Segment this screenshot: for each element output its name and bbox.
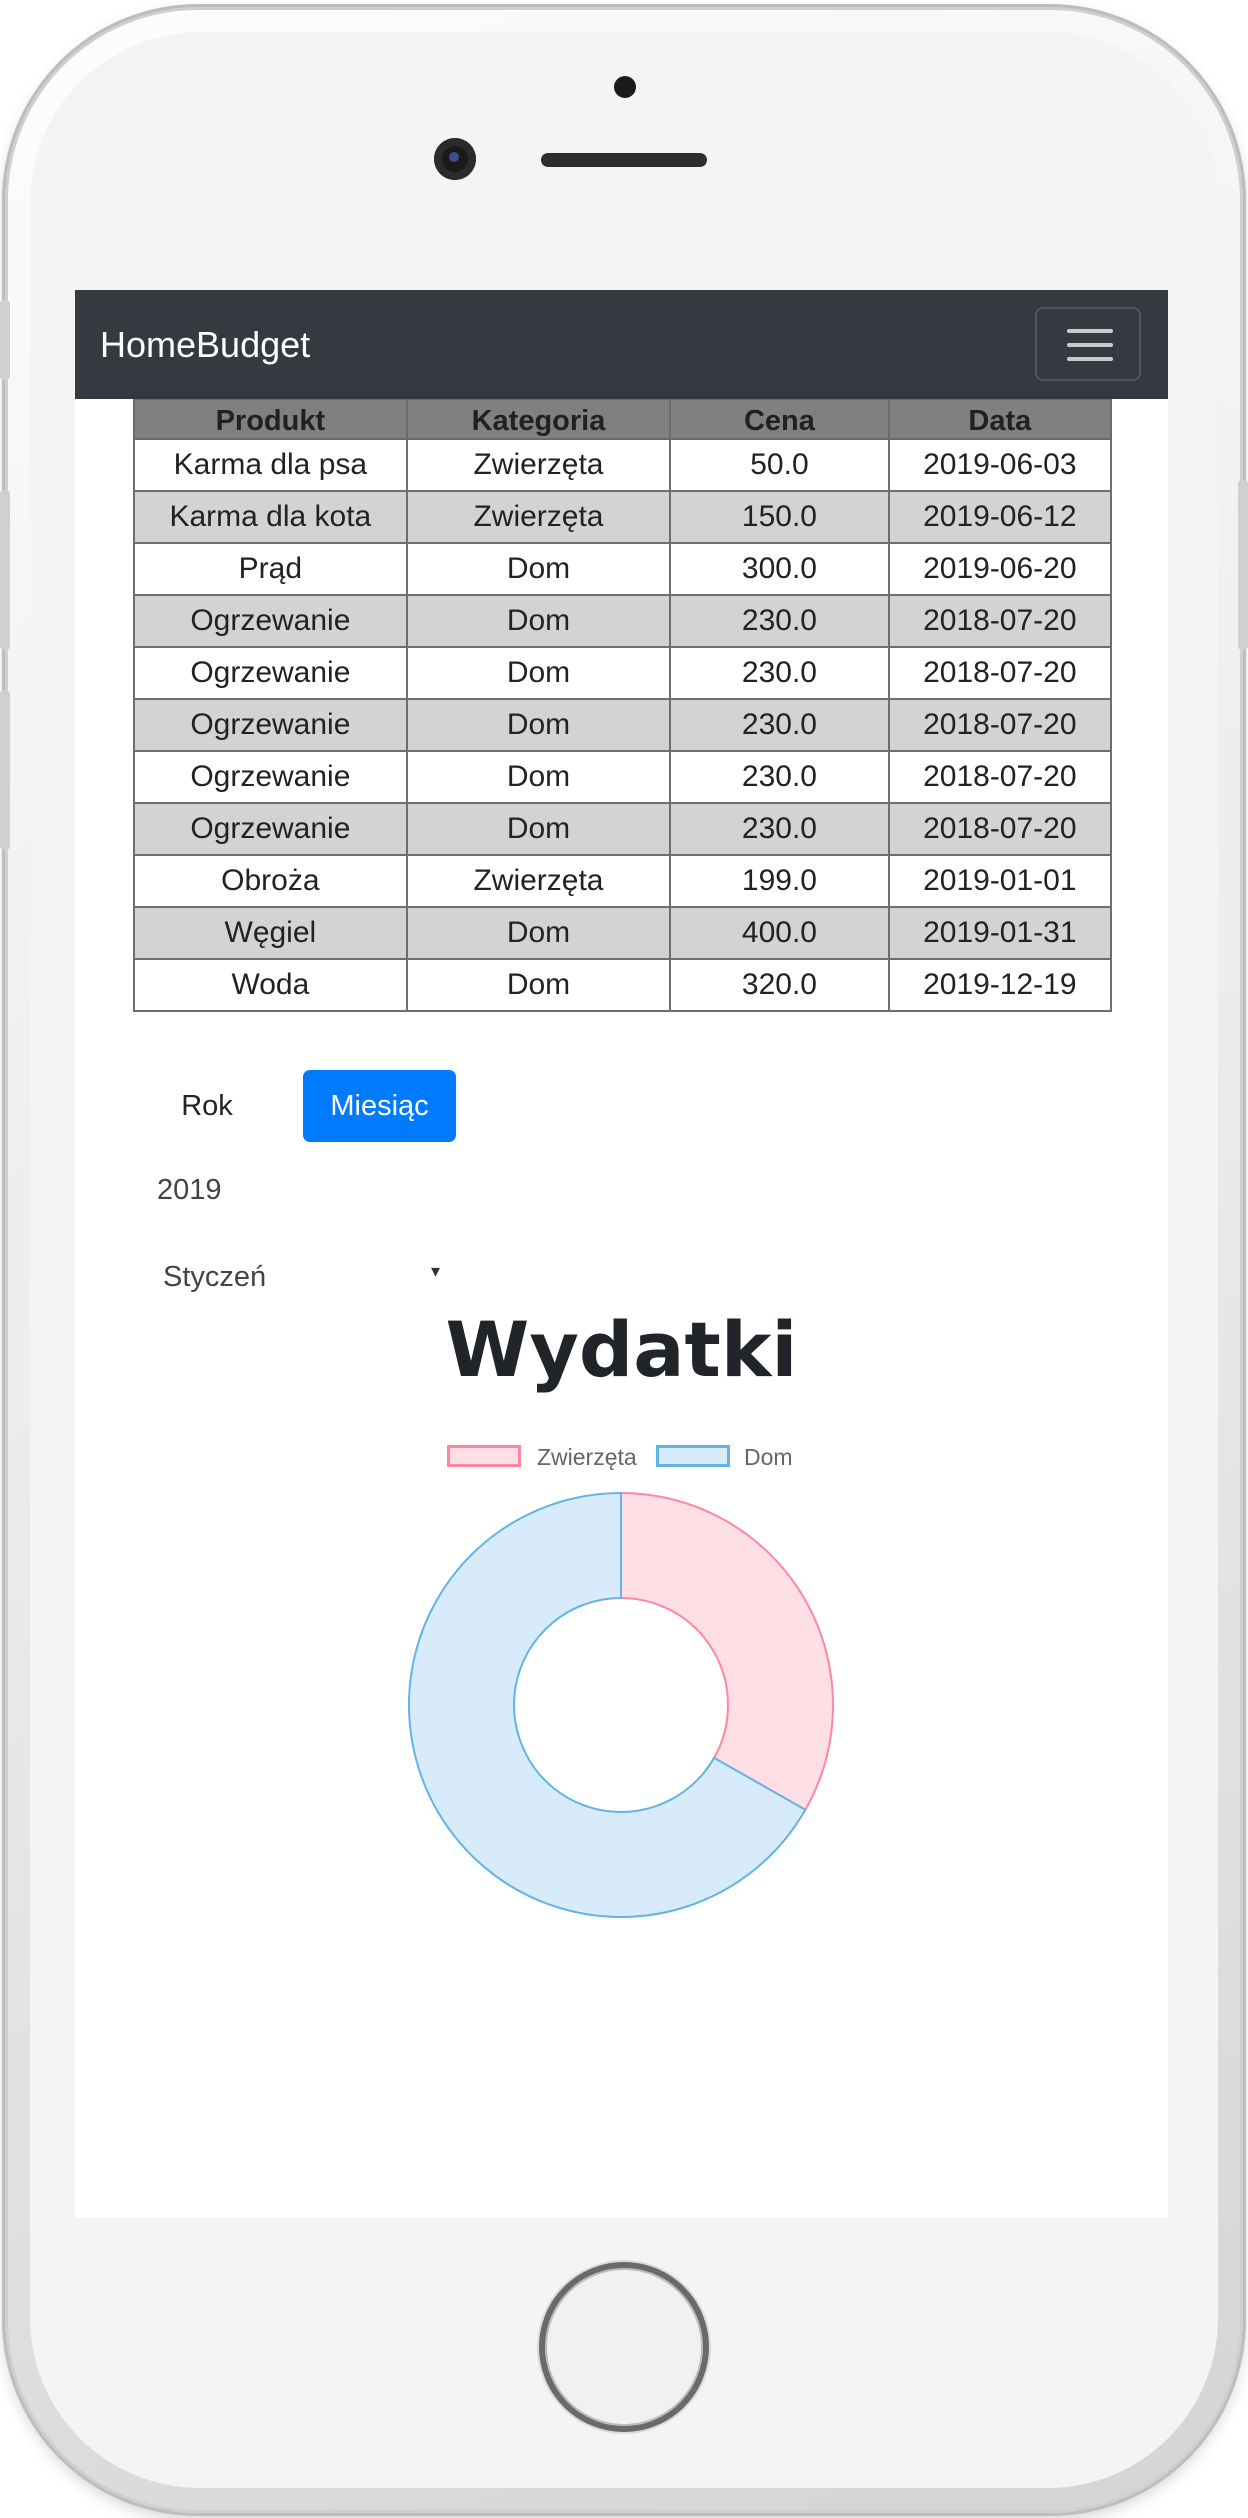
expenses-table: Produkt Kategoria Cena Data Karma dla ps… [133, 398, 1113, 1012]
phone-screen: Produkt Kategoria Cena Data Karma dla ps… [75, 290, 1168, 2218]
chart-title: Wydatki [445, 1305, 798, 1394]
table-cell: 230.0 [669, 750, 890, 804]
table-cell: 2018-07-20 [887, 594, 1113, 648]
table-cell: 2019-06-20 [887, 542, 1113, 596]
table-cell: 230.0 [669, 594, 890, 648]
table-cell: Dom [405, 906, 672, 960]
table-cell: 199.0 [669, 854, 890, 908]
table-row[interactable]: Woda Dom 320.0 2019-12-19 [133, 958, 1113, 1012]
table-cell: Dom [405, 802, 672, 856]
table-cell: 320.0 [669, 958, 890, 1012]
table-cell: 400.0 [669, 906, 890, 960]
table-cell: Karma dla kota [133, 490, 408, 544]
hamburger-icon [1067, 343, 1113, 347]
month-select[interactable]: Styczeń ▾ [163, 1252, 463, 1302]
month-selected-value: Styczeń [163, 1261, 267, 1293]
table-cell: 2018-07-20 [887, 750, 1113, 804]
table-cell: 300.0 [669, 542, 890, 596]
table-row[interactable]: Ogrzewanie Dom 230.0 2018-07-20 [133, 750, 1113, 804]
table-cell: Dom [405, 958, 672, 1012]
table-cell: 230.0 [669, 802, 890, 856]
table-header-row: Produkt Kategoria Cena Data [133, 398, 1113, 440]
mute-switch [0, 300, 10, 380]
table-row[interactable]: Karma dla kota Zwierzęta 150.0 2019-06-12 [133, 490, 1113, 544]
table-cell: Dom [405, 542, 672, 596]
table-cell: 2019-01-31 [887, 906, 1113, 960]
volume-down-button [0, 690, 10, 850]
table-cell: 50.0 [669, 438, 890, 492]
table-cell: Ogrzewanie [133, 802, 408, 856]
year-value[interactable]: 2019 [157, 1174, 222, 1207]
table-cell: Ogrzewanie [133, 698, 408, 752]
table-cell: 2018-07-20 [887, 646, 1113, 700]
table-row[interactable]: Ogrzewanie Dom 230.0 2018-07-20 [133, 646, 1113, 700]
table-row[interactable]: Węgiel Dom 400.0 2019-01-31 [133, 906, 1113, 960]
table-cell: 230.0 [669, 698, 890, 752]
table-cell: 2019-01-01 [887, 854, 1113, 908]
table-row[interactable]: Obroża Zwierzęta 199.0 2019-01-01 [133, 854, 1113, 908]
legend-item-dom[interactable]: Dom [656, 1442, 816, 1472]
legend-swatch [447, 1445, 521, 1467]
table-cell: Woda [133, 958, 408, 1012]
legend-item-zwierzeta[interactable]: Zwierzęta [447, 1442, 647, 1472]
table-cell: Ogrzewanie [133, 646, 408, 700]
legend-swatch [656, 1445, 730, 1467]
dropdown-arrow-icon: ▾ [431, 1261, 441, 1281]
front-camera [434, 138, 476, 180]
power-button [1238, 480, 1248, 650]
hamburger-icon [1067, 357, 1113, 361]
table-cell: Ogrzewanie [133, 750, 408, 804]
table-cell: Dom [405, 646, 672, 700]
legend-label: Dom [744, 1444, 793, 1470]
year-view-button[interactable]: Rok [147, 1070, 267, 1142]
table-cell: 2018-07-20 [887, 698, 1113, 752]
table-cell: Zwierzęta [405, 854, 672, 908]
month-view-button[interactable]: Miesiąc [303, 1070, 456, 1142]
hamburger-icon [1067, 329, 1113, 333]
table-cell: Karma dla psa [133, 438, 408, 492]
chart-legend: Zwierzęta Dom [75, 1442, 1168, 1472]
legend-label: Zwierzęta [537, 1444, 637, 1470]
column-header-data[interactable]: Data [887, 398, 1113, 440]
table-row[interactable]: Ogrzewanie Dom 230.0 2018-07-20 [133, 594, 1113, 648]
column-header-cena[interactable]: Cena [669, 398, 890, 440]
volume-up-button [0, 490, 10, 650]
home-button[interactable] [539, 2262, 709, 2432]
table-cell: 2019-06-12 [887, 490, 1113, 544]
column-header-produkt[interactable]: Produkt [133, 398, 408, 440]
table-cell: Dom [405, 594, 672, 648]
table-cell: 2018-07-20 [887, 802, 1113, 856]
donut-chart [408, 1491, 834, 1918]
table-cell: Zwierzęta [405, 438, 672, 492]
table-row[interactable]: Ogrzewanie Dom 230.0 2018-07-20 [133, 802, 1113, 856]
table-body: Karma dla psa Zwierzęta 50.0 2019-06-03 Karm… [133, 438, 1113, 1012]
table-cell: Ogrzewanie [133, 594, 408, 648]
table-row[interactable]: Karma dla psa Zwierzęta 50.0 2019-06-03 [133, 438, 1113, 492]
table-row[interactable]: Prąd Dom 300.0 2019-06-20 [133, 542, 1113, 596]
menu-toggle-button[interactable] [1035, 307, 1141, 381]
table-cell: Dom [405, 750, 672, 804]
table-row[interactable]: Ogrzewanie Dom 230.0 2018-07-20 [133, 698, 1113, 752]
table-cell: Obroża [133, 854, 408, 908]
table-cell: 2019-12-19 [887, 958, 1113, 1012]
donut-slice-zwierzeta[interactable] [620, 1491, 834, 1812]
table-cell: Węgiel [133, 906, 408, 960]
table-cell: Dom [405, 698, 672, 752]
brand-logo[interactable]: HomeBudget [100, 290, 310, 399]
table-cell: 230.0 [669, 646, 890, 700]
earpiece-speaker [541, 153, 707, 167]
table-cell: Zwierzęta [405, 490, 672, 544]
table-cell: Prąd [133, 542, 408, 596]
table-cell: 150.0 [669, 490, 890, 544]
proximity-sensor [614, 76, 636, 98]
table-cell: 2019-06-03 [887, 438, 1113, 492]
column-header-kategoria[interactable]: Kategoria [405, 398, 672, 440]
navbar: HomeBudget [75, 290, 1168, 399]
